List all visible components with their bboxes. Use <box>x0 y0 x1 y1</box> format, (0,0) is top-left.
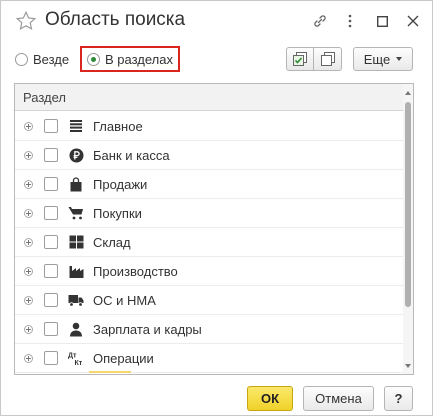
row-checkbox[interactable] <box>44 148 58 162</box>
expand-icon[interactable] <box>24 209 33 218</box>
table-row[interactable]: Главное <box>15 112 403 141</box>
menu-lines-icon <box>68 118 84 134</box>
row-label: Операции <box>93 351 154 366</box>
expand-icon[interactable] <box>24 354 33 363</box>
scroll-down-icon[interactable] <box>405 364 411 368</box>
radio-in-sections-circle[interactable] <box>87 52 100 66</box>
table-row[interactable]: Зарплата и кадры <box>15 315 403 344</box>
row-label: Зарплата и кадры <box>93 322 202 337</box>
row-label: ОС и НМА <box>93 293 156 308</box>
expand-icon[interactable] <box>24 325 33 334</box>
expand-icon[interactable] <box>24 296 33 305</box>
svg-text:Дт: Дт <box>68 352 77 359</box>
expand-icon[interactable] <box>24 180 33 189</box>
row-checkbox[interactable] <box>44 351 58 365</box>
factory-icon <box>68 263 84 279</box>
svg-text:Кт: Кт <box>75 360 83 366</box>
table-row[interactable]: Дт Кт Операции <box>15 344 403 373</box>
row-checkbox[interactable] <box>44 119 58 133</box>
star-icon[interactable] <box>15 10 37 32</box>
row-checkbox[interactable] <box>44 206 58 220</box>
row-label: Покупки <box>93 206 142 221</box>
warehouse-icon <box>68 234 84 250</box>
check-all-icon <box>293 52 307 66</box>
title-bar: Область поиска <box>1 1 432 41</box>
radio-everywhere-label: Везде <box>33 51 70 67</box>
cart-icon <box>68 205 84 221</box>
radio-in-sections[interactable]: В разделах <box>80 46 180 72</box>
scroll-thumb[interactable] <box>405 102 411 307</box>
row-label: Продажи <box>93 177 148 192</box>
link-icon[interactable] <box>311 12 329 30</box>
row-checkbox[interactable] <box>44 322 58 336</box>
table-row[interactable]: Продажи <box>15 170 403 199</box>
vertical-dots-icon[interactable] <box>341 12 359 30</box>
chevron-down-icon <box>396 57 403 61</box>
expand-icon[interactable] <box>24 267 33 276</box>
uncheck-all-button[interactable] <box>314 47 342 71</box>
person-icon <box>68 321 84 337</box>
cancel-button[interactable]: Отмена <box>303 386 374 411</box>
more-button[interactable]: Еще <box>353 47 413 71</box>
row-label: Банк и касса <box>93 148 170 163</box>
close-icon[interactable] <box>404 12 422 30</box>
table-row[interactable]: Покупки <box>15 199 403 228</box>
row-checkbox[interactable] <box>44 235 58 249</box>
table-row[interactable]: Банк и касса <box>15 141 403 170</box>
row-label: Производство <box>93 264 178 279</box>
maximize-icon[interactable] <box>373 12 391 30</box>
table-row[interactable]: ОС и НМА <box>15 286 403 315</box>
radio-everywhere[interactable]: Везде <box>15 48 69 70</box>
more-button-label: Еще <box>363 51 391 67</box>
expand-icon[interactable] <box>24 122 33 131</box>
check-all-button[interactable] <box>286 47 314 71</box>
sections-list: Главное Банк и касса Продажи Покупки Скл… <box>15 112 403 373</box>
help-button[interactable]: ? <box>384 386 413 411</box>
dialog-title: Область поиска <box>45 9 186 30</box>
table-row[interactable]: Производство <box>15 257 403 286</box>
table-row[interactable]: Склад <box>15 228 403 257</box>
row-checkbox[interactable] <box>44 177 58 191</box>
search-highlight <box>89 371 131 373</box>
expand-icon[interactable] <box>24 151 33 160</box>
ruble-icon <box>68 147 84 163</box>
column-header-section[interactable]: Раздел <box>15 84 403 111</box>
radio-in-sections-label: В разделах <box>105 51 173 67</box>
expand-icon[interactable] <box>24 238 33 247</box>
sections-table: Раздел Главное Банк и касса Продажи Поку… <box>14 83 414 375</box>
row-label: Склад <box>93 235 131 250</box>
radio-everywhere-circle[interactable] <box>15 52 28 66</box>
scroll-up-icon[interactable] <box>405 91 411 95</box>
row-checkbox[interactable] <box>44 264 58 278</box>
search-scope-dialog: Область поиска Везде В разделах Еще Разд… <box>0 0 433 416</box>
row-checkbox[interactable] <box>44 293 58 307</box>
truck-icon <box>68 292 84 308</box>
row-label: Главное <box>93 119 143 134</box>
ok-button[interactable]: ОК <box>247 386 293 411</box>
dt-kt-icon: Дт Кт <box>68 350 84 366</box>
copy-icon <box>320 52 335 66</box>
vertical-scrollbar[interactable] <box>403 84 413 374</box>
shopping-bag-icon <box>68 176 84 192</box>
